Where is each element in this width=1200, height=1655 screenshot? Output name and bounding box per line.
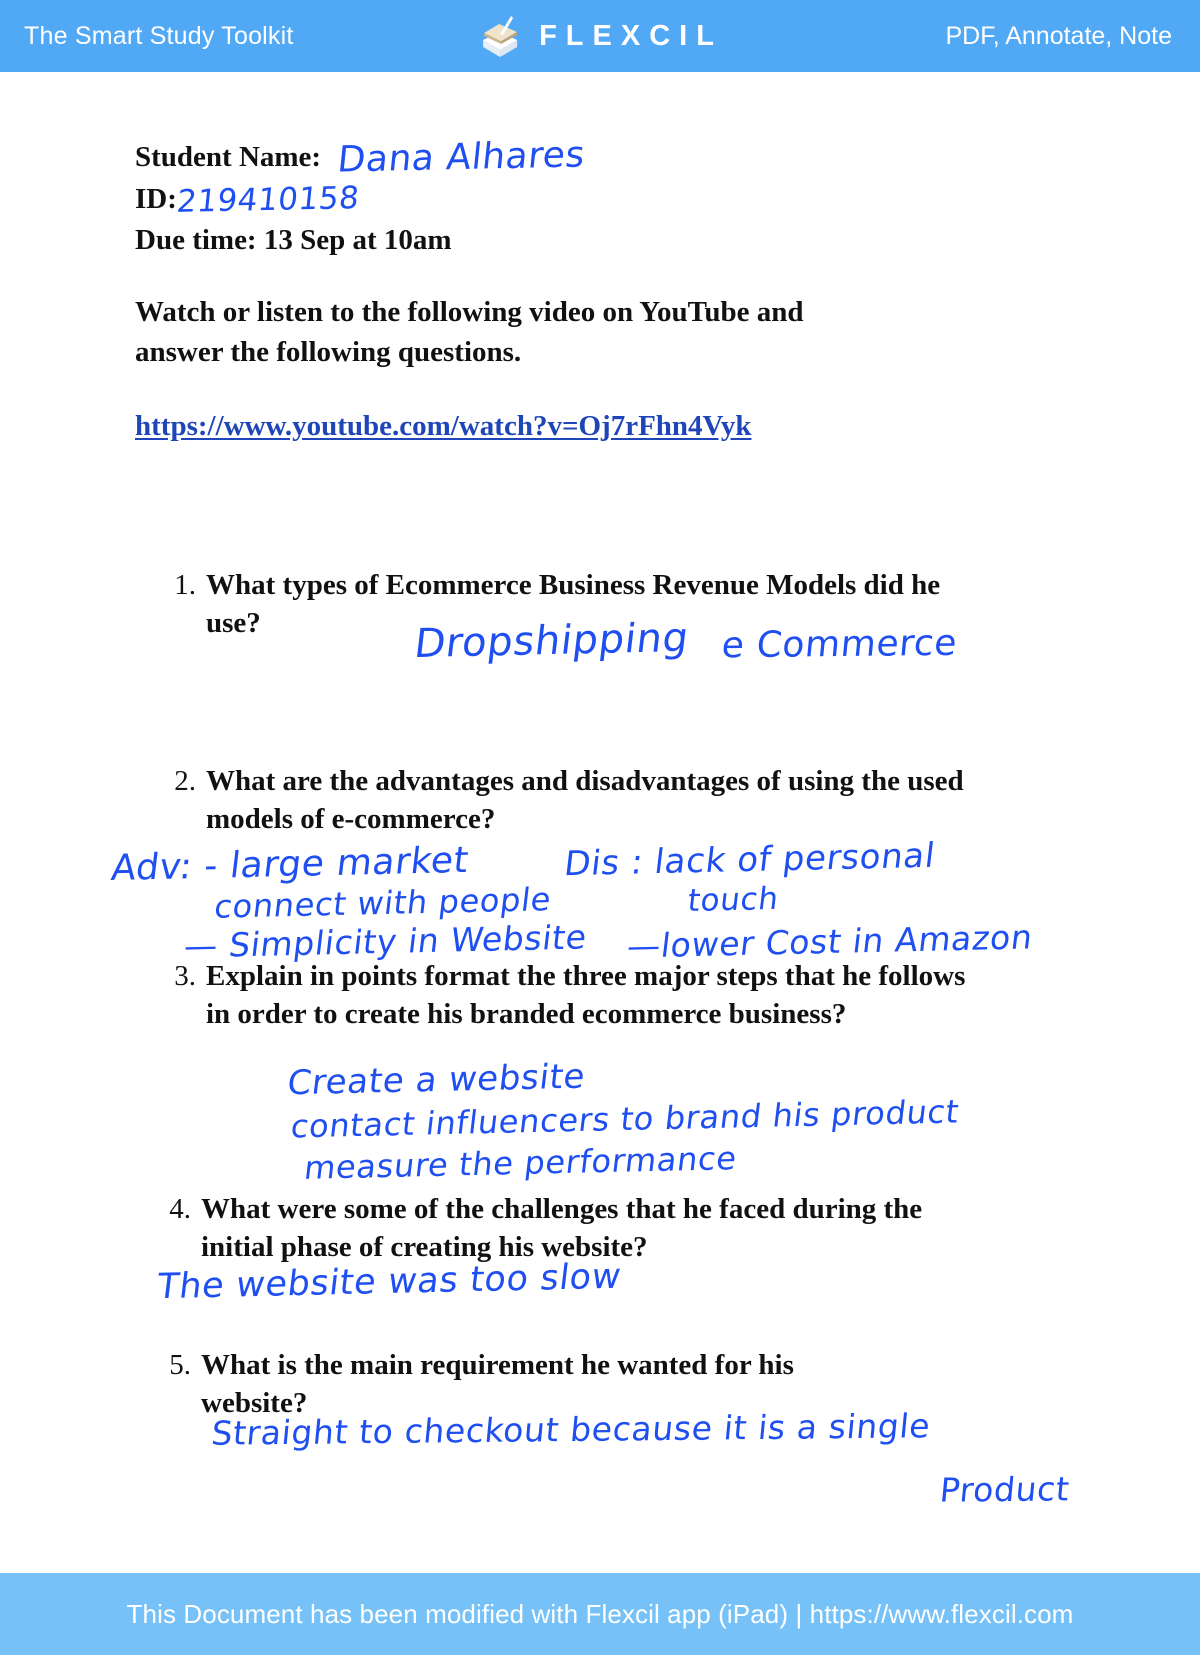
answer-2-dis-line1: Dis : lack of personal: [562, 835, 938, 885]
answer-2-adv-line1: Adv: - large market: [109, 839, 471, 890]
student-name-label: Student Name:: [135, 141, 322, 173]
answer-1a-handwriting: Dropshipping: [411, 614, 692, 668]
instruction-line-1: Watch or listen to the following video o…: [135, 296, 804, 328]
answer-1b-handwriting: e Commerce: [719, 622, 960, 667]
header-right-tagline: PDF, Annotate, Note: [945, 21, 1172, 50]
question-4-text: What were some of the challenges that he…: [201, 1193, 923, 1263]
header-left-tagline: The Smart Study Toolkit: [24, 21, 294, 50]
pdf-content-area: Student Name: Dana Alhares ID:219410158 …: [0, 72, 1200, 1573]
answer-5-line2: Product: [938, 1469, 1072, 1510]
student-name-handwriting: Dana Alhares: [335, 134, 588, 181]
question-3-text: Explain in points format the three major…: [206, 960, 966, 1030]
answer-5-line1: Straight to checkout because it is a sin…: [209, 1406, 933, 1453]
youtube-video-link[interactable]: https://www.youtube.com/watch?v=Oj7rFhn4…: [135, 410, 751, 443]
instruction-line-2: answer the following questions.: [135, 336, 522, 368]
footer-attribution-text: This Document has been modified with Fle…: [126, 1598, 1074, 1629]
question-2-text: What are the advantages and disadvantage…: [206, 765, 964, 835]
student-name-line: Student Name: Dana Alhares: [135, 134, 1035, 181]
question-3: 3. Explain in points format the three ma…: [170, 957, 970, 1033]
brand-block: FLEXCIL: [477, 13, 723, 59]
instructions-block: Watch or listen to the following video o…: [135, 292, 935, 372]
answer-3-line3: measure the performance: [302, 1139, 740, 1187]
question-4: 4. What were some of the challenges that…: [165, 1190, 1005, 1266]
due-time-line: Due time: 13 Sep at 10am: [135, 224, 452, 256]
question-4-number: 4.: [169, 1193, 191, 1225]
student-info-block: Student Name: Dana Alhares ID:219410158 …: [135, 134, 1035, 261]
app-footer-bar: This Document has been modified with Fle…: [0, 1573, 1200, 1655]
document-page: The Smart Study Toolkit FLEXCIL PDF, Ann…: [0, 0, 1200, 1655]
student-id-label: ID:: [135, 183, 177, 215]
student-id-line: ID:219410158: [135, 178, 1035, 220]
question-1-number: 1.: [174, 569, 196, 601]
answer-2-dis-line2: touch: [685, 880, 781, 920]
app-header-bar: The Smart Study Toolkit FLEXCIL PDF, Ann…: [0, 0, 1200, 72]
brand-name: FLEXCIL: [539, 19, 723, 52]
student-id-handwriting: 219410158: [174, 180, 362, 220]
question-5-number: 5.: [169, 1349, 191, 1381]
question-2-number: 2.: [174, 765, 196, 797]
question-2: 2. What are the advantages and disadvant…: [170, 762, 1000, 838]
question-3-number: 3.: [174, 960, 196, 992]
book-pen-icon: [477, 13, 523, 59]
answer-3-line1: Create a website: [285, 1056, 588, 1104]
